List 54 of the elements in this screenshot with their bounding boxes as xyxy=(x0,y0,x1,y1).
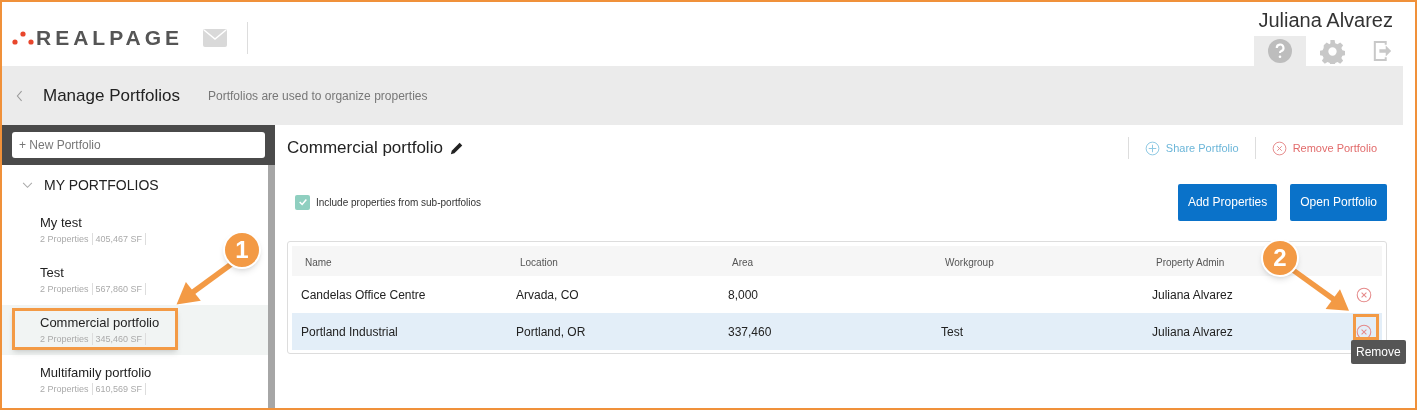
column-header: Workgroup xyxy=(945,257,994,268)
open-portfolio-button[interactable]: Open Portfolio xyxy=(1290,183,1387,221)
portfolio-area: 610,569 SF xyxy=(92,383,147,395)
property-count: 2 Properties xyxy=(40,333,93,345)
scrollbar[interactable] xyxy=(268,165,275,408)
logout-icon[interactable] xyxy=(1373,39,1393,63)
table-cell: 8,000 xyxy=(728,287,759,302)
callout-number: 1 xyxy=(223,231,261,269)
table-cell: Candelas Office Centre xyxy=(301,287,426,302)
portfolio-item[interactable]: Multifamily portfolio 2 Properties 610,569 SF xyxy=(40,365,152,395)
checkmark-icon xyxy=(297,197,308,207)
property-count: 2 Properties xyxy=(40,283,93,295)
column-header: Area xyxy=(732,257,754,268)
table-cell: 337,460 xyxy=(728,324,772,339)
portfolio-item[interactable]: My test 2 Properties 405,467 SF xyxy=(40,215,147,245)
portfolio-area: 405,467 SF xyxy=(92,233,147,245)
logo-dots-icon xyxy=(12,30,34,46)
table-cell: Juliana Alvarez xyxy=(1152,287,1233,302)
highlight-frame xyxy=(1353,314,1379,340)
remove-icon[interactable] xyxy=(1356,286,1372,303)
tooltip: Remove xyxy=(1351,340,1406,364)
page-title: Manage Portfolios xyxy=(43,84,181,107)
help-icon xyxy=(1268,39,1292,63)
include-checkbox[interactable] xyxy=(295,194,310,210)
back-icon[interactable] xyxy=(16,89,23,102)
settings-icon[interactable] xyxy=(1320,38,1345,64)
mail-icon[interactable] xyxy=(203,29,228,47)
user-name[interactable]: Juliana Alvarez xyxy=(1258,8,1393,32)
column-header: Location xyxy=(520,257,558,268)
portfolio-area: 567,860 SF xyxy=(92,283,147,295)
portfolio-title: Commercial portfolio xyxy=(287,137,443,160)
section-header[interactable]: MY PORTFOLIOS xyxy=(2,165,268,205)
portfolio-area: 345,460 SF xyxy=(92,333,147,345)
include-checkbox-label: Include properties from sub-portfolios xyxy=(316,195,482,210)
table-cell: Arvada, CO xyxy=(516,287,579,302)
portfolio-item[interactable]: Test 2 Properties 567,860 SF xyxy=(40,265,147,295)
page-subtitle: Portfolios are used to organize properties xyxy=(208,87,428,105)
pencil-icon[interactable] xyxy=(449,141,464,155)
add-properties-button[interactable]: Add Properties xyxy=(1177,183,1278,221)
new-portfolio-field[interactable]: + New Portfolio xyxy=(12,132,265,158)
close-circle-icon xyxy=(1271,140,1287,156)
table-cell: Portland Industrial xyxy=(301,324,398,339)
column-header: Property Admin xyxy=(1156,257,1225,268)
column-header: Name xyxy=(305,257,332,268)
table-cell: Juliana Alvarez xyxy=(1152,324,1233,339)
portfolio-item[interactable]: Commercial portfolio 2 Properties 345,460 SF xyxy=(40,315,160,345)
property-count: 2 Properties xyxy=(40,383,93,395)
table-cell: Portland, OR xyxy=(516,324,586,339)
help-button[interactable] xyxy=(1254,36,1306,66)
property-count: 2 Properties xyxy=(40,233,93,245)
plus-circle-icon xyxy=(1144,140,1160,156)
logo-text: REALPAGE xyxy=(36,25,184,52)
remove-icon[interactable] xyxy=(1356,323,1372,340)
table-cell: Test xyxy=(941,324,963,339)
